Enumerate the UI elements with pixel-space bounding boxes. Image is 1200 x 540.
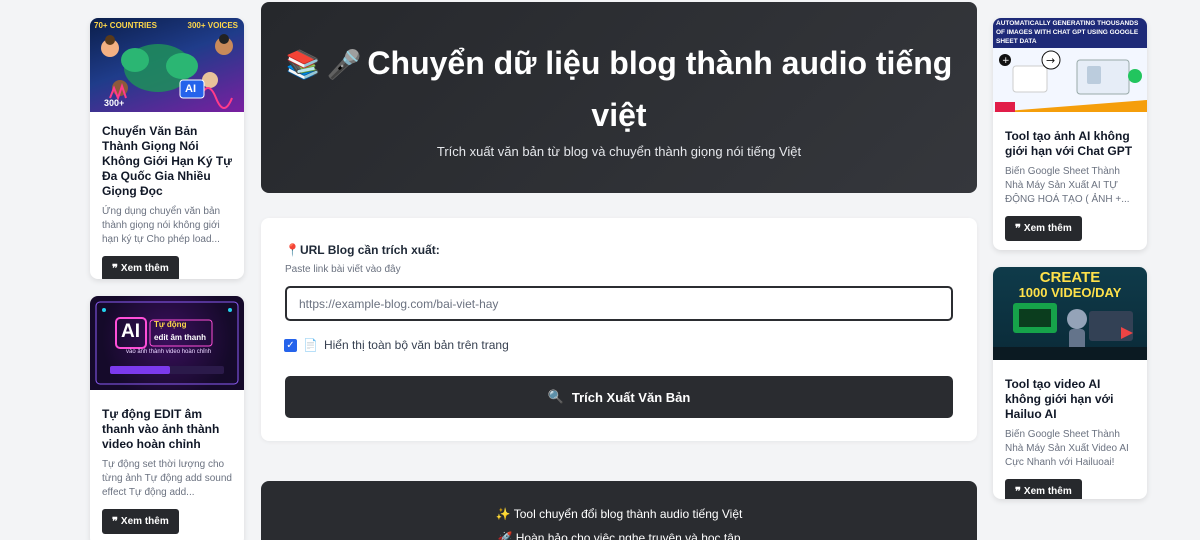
read-more-label: Xem thêm (1023, 223, 1072, 234)
quote-icon: ❞ (112, 516, 118, 528)
card-title[interactable]: Chuyển Văn Bản Thành Giọng Nói Không Giớ… (102, 124, 232, 199)
page-title: 📚 🎤 Chuyển dữ liệu blog thành audio tiếng … (281, 38, 957, 140)
card-description: Tự động set thời lượng cho từng ảnh Tự đ… (102, 459, 232, 498)
thumb-line1: Tự động (154, 320, 187, 329)
pin-icon: 📍 (285, 243, 300, 257)
quote-icon: ❞ (1015, 486, 1021, 498)
extract-text-button[interactable]: 🔍 Trích Xuất Văn Bản (285, 376, 953, 418)
info-line-2: 🚀 Hoàn hảo cho việc nghe truyện và học t… (261, 531, 977, 540)
read-more-button[interactable]: ❞ Xem thêm (1005, 216, 1082, 241)
thumb-headline: AUTOMATICALLY GENERATING THOUSANDS OF IM… (996, 20, 1139, 45)
card-description: Biến Google Sheet Thành Nhà Máy Sản Xuất… (1005, 166, 1130, 205)
card-tts-multilang[interactable]: 70+ COUNTRIES 300+ VOICES 300+ AI Chuyển… (90, 18, 244, 279)
checkbox-label: Hiển thị toàn bộ văn bản trên trang (323, 338, 509, 352)
show-full-text-checkbox[interactable]: ✓ (284, 338, 297, 352)
read-more-button[interactable]: ❞ Xem thêm (1005, 479, 1082, 499)
svg-text:+: + (1002, 56, 1010, 66)
thumb-line2: edit âm thanh (154, 333, 207, 342)
read-more-button[interactable]: ❞ Xem thêm (102, 509, 179, 534)
info-line-1-text: Tool chuyển đổi blog thành audio tiếng V… (513, 507, 743, 521)
card-ai-image-chatgpt[interactable]: AUTOMATICALLY GENERATING THOUSANDS OF IM… (993, 18, 1147, 250)
read-more-label: Xem thêm (1023, 486, 1072, 497)
card-title[interactable]: Tool tạo ảnh AI không giới hạn với Chat … (1005, 129, 1135, 159)
books-icon: 📚 (285, 49, 321, 80)
extract-form: 📍URL Blog cần trích xuất: Paste link bài… (261, 218, 977, 441)
info-line-1: ✨ Tool chuyển đổi blog thành audio tiếng… (261, 507, 977, 521)
url-hint: Paste link bài viết vào đây (285, 264, 401, 275)
card-thumbnail: CREATE 1000 VIDEO/DAY (993, 267, 1147, 360)
count-badge: 300+ (104, 98, 125, 108)
workflow-illustration: + → (993, 48, 1147, 112)
quote-icon: ❞ (112, 263, 118, 275)
page-subtitle: Trích xuất văn bản từ blog và chuyển thà… (436, 144, 802, 159)
search-icon: 🔍 (547, 389, 564, 404)
show-full-text-option[interactable]: ✓ 📄 Hiển thị toàn bộ văn bản trên trang (284, 338, 509, 352)
microphone-icon: 🎤 (326, 49, 362, 80)
card-description: Biến Google Sheet Thành Nhà Máy Sản Xuất… (1005, 429, 1129, 468)
read-more-button[interactable]: ❞ Xem thêm (102, 256, 179, 279)
hero-banner: 📚 🎤 Chuyển dữ liệu blog thành audio tiếng … (261, 2, 977, 193)
page-title-text: Chuyển dữ liệu blog thành audio tiếng vi… (367, 45, 953, 133)
thumb-line1: CREATE (1039, 269, 1101, 286)
rocket-icon: 🚀 (497, 531, 513, 540)
blog-url-input[interactable] (285, 286, 953, 321)
url-label: 📍URL Blog cần trích xuất: (285, 243, 440, 257)
editor-illustration (95, 301, 239, 385)
thumb-line2: 1000 VIDEO/DAY (1018, 285, 1122, 300)
quote-icon: ❞ (1015, 223, 1021, 235)
ai-logo: AI (121, 321, 140, 342)
card-description: Ứng dụng chuyển văn bản thành giọng nói … (102, 206, 221, 245)
thumb-line3: vào ảnh thành video hoàn chỉnh (126, 349, 212, 355)
voices-badge: 300+ VOICES (187, 21, 238, 30)
info-line-2-text: Hoàn hảo cho việc nghe truyện và học tập (515, 531, 741, 540)
card-title[interactable]: Tự động EDIT âm thanh vào ảnh thành vide… (102, 407, 232, 452)
document-icon: 📄 (303, 338, 318, 352)
svg-text:→: → (1046, 54, 1055, 67)
ai-badge: AI (185, 83, 196, 95)
info-box: ✨ Tool chuyển đổi blog thành audio tiếng… (261, 481, 977, 540)
card-thumbnail: AUTOMATICALLY GENERATING THOUSANDS OF IM… (993, 18, 1147, 112)
card-auto-edit-audio[interactable]: AI Tự động edit âm thanh vào ảnh thành v… (90, 296, 244, 540)
url-label-text: URL Blog cần trích xuất: (299, 243, 440, 257)
countries-badge: 70+ COUNTRIES (94, 21, 157, 30)
extract-text-label: Trích Xuất Văn Bản (571, 389, 691, 405)
sparkles-icon: ✨ (495, 507, 511, 521)
card-thumbnail: 70+ COUNTRIES 300+ VOICES 300+ AI (90, 18, 244, 112)
read-more-label: Xem thêm (120, 516, 169, 527)
card-ai-video-hailuo[interactable]: CREATE 1000 VIDEO/DAY Tool tạo video AI … (993, 267, 1147, 499)
read-more-label: Xem thêm (120, 263, 169, 274)
card-title[interactable]: Tool tạo video AI không giới hạn với Hai… (1005, 377, 1135, 422)
card-thumbnail: AI Tự động edit âm thanh vào ảnh thành v… (90, 296, 244, 390)
